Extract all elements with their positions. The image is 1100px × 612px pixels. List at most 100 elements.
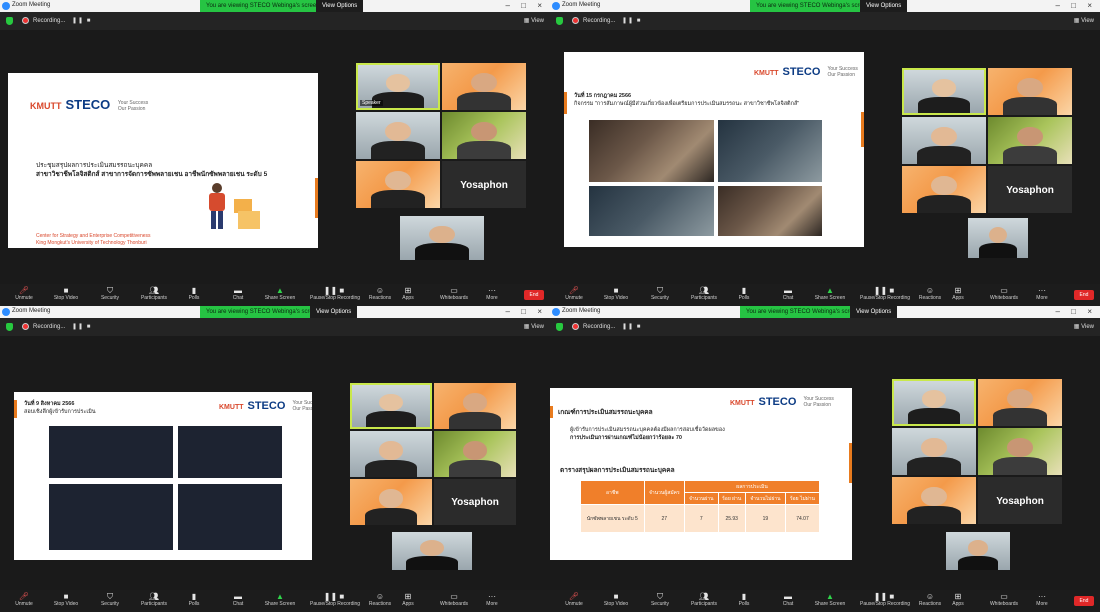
video-tile[interactable] — [350, 479, 432, 525]
stop-video-button[interactable]: ■ Stop Video — [48, 286, 84, 301]
shield-icon[interactable] — [6, 323, 13, 331]
maximize-icon[interactable]: □ — [1071, 307, 1076, 316]
view-options-button[interactable]: View Options — [310, 306, 358, 318]
more-button[interactable]: ··· More — [1024, 286, 1060, 301]
video-tile-yosaphon[interactable]: Yosaphon — [988, 166, 1072, 213]
close-icon[interactable]: × — [1087, 1, 1092, 10]
view-options-button[interactable]: View Options — [850, 306, 898, 318]
minimize-icon[interactable]: – — [506, 1, 510, 10]
share-screen-button[interactable]: ▲ Share Screen — [262, 286, 298, 301]
security-button[interactable]: ⛉ Security — [642, 286, 678, 301]
end-button[interactable]: End — [1074, 290, 1094, 300]
close-icon[interactable]: × — [1087, 307, 1092, 316]
view-options-button[interactable]: View Options — [316, 0, 364, 12]
stop-video-button[interactable]: ■ Stop Video — [48, 592, 84, 607]
video-tile[interactable] — [442, 63, 526, 110]
pause-recording-button[interactable]: ❚❚ ■ Pause/Stop Recording — [860, 286, 910, 301]
close-icon[interactable]: × — [537, 1, 542, 10]
whiteboards-button[interactable]: ▭ Whiteboards — [986, 286, 1022, 301]
minimize-icon[interactable]: – — [1056, 1, 1060, 10]
chat-button[interactable]: ▬ Chat — [770, 592, 806, 607]
end-button[interactable]: End — [524, 290, 544, 300]
view-button[interactable]: ▦ View — [1074, 323, 1094, 330]
minimize-icon[interactable]: – — [506, 307, 510, 316]
pause-recording-button[interactable]: ❚❚ ■ Pause/Stop Recording — [310, 592, 360, 607]
video-tile-yosaphon[interactable]: Yosaphon — [978, 477, 1062, 524]
video-tile-yosaphon[interactable]: Yosaphon — [442, 161, 526, 208]
more-button[interactable]: ··· More — [474, 592, 510, 607]
video-tile[interactable] — [892, 428, 976, 475]
shield-icon[interactable] — [556, 17, 563, 25]
polls-button[interactable]: ▮ Polls — [726, 286, 762, 301]
stop-video-button[interactable]: ■ Stop Video — [598, 592, 634, 607]
more-button[interactable]: ··· More — [1024, 592, 1060, 607]
video-tile[interactable] — [434, 383, 516, 429]
video-tile[interactable] — [356, 112, 440, 159]
video-tile[interactable] — [892, 477, 976, 524]
pause-recording-button[interactable]: ❚❚ ■ Pause/Stop Recording — [860, 592, 910, 607]
video-tile[interactable] — [988, 117, 1072, 164]
video-tile[interactable] — [442, 112, 526, 159]
chat-button[interactable]: ▬ Chat — [220, 592, 256, 607]
whiteboards-button[interactable]: ▭ Whiteboards — [436, 286, 472, 301]
video-tile[interactable] — [392, 532, 472, 570]
security-button[interactable]: ⛉ Security — [642, 592, 678, 607]
apps-button[interactable]: ⊞ Apps — [390, 592, 426, 607]
pause-icon[interactable]: ❚❚ ■ — [72, 17, 91, 24]
pause-recording-button[interactable]: ❚❚ ■ Pause/Stop Recording — [310, 286, 360, 301]
shield-icon[interactable] — [6, 17, 13, 25]
participants-button[interactable]: 👥︎ Participants — [136, 592, 172, 607]
unmute-button[interactable]: 🎤︎ Unmute — [6, 592, 42, 607]
share-screen-button[interactable]: ▲ Share Screen — [262, 592, 298, 607]
video-tile[interactable] — [946, 532, 1010, 570]
pause-icon[interactable]: ❚❚ ■ — [622, 17, 641, 24]
shield-icon[interactable] — [556, 323, 563, 331]
video-tile[interactable] — [978, 428, 1062, 475]
video-tile[interactable] — [902, 117, 986, 164]
polls-button[interactable]: ▮ Polls — [176, 592, 212, 607]
polls-button[interactable]: ▮ Polls — [726, 592, 762, 607]
video-tile[interactable] — [356, 161, 440, 208]
participants-button[interactable]: 👥︎ Participants — [686, 286, 722, 301]
whiteboards-button[interactable]: ▭ Whiteboards — [436, 592, 472, 607]
apps-button[interactable]: ⊞ Apps — [940, 592, 976, 607]
whiteboards-button[interactable]: ▭ Whiteboards — [986, 592, 1022, 607]
maximize-icon[interactable]: □ — [521, 1, 526, 10]
maximize-icon[interactable]: □ — [1071, 1, 1076, 10]
close-icon[interactable]: × — [537, 307, 542, 316]
maximize-icon[interactable]: □ — [521, 307, 526, 316]
end-button[interactable]: End — [1074, 596, 1094, 606]
unmute-button[interactable]: 🎤︎ Unmute — [556, 592, 592, 607]
video-tile[interactable] — [988, 68, 1072, 115]
stop-video-button[interactable]: ■ Stop Video — [598, 286, 634, 301]
video-tile[interactable] — [968, 218, 1028, 258]
video-tile[interactable] — [902, 166, 986, 213]
apps-button[interactable]: ⊞ Apps — [940, 286, 976, 301]
video-tile[interactable]: Speaker — [356, 63, 440, 110]
unmute-button[interactable]: 🎤︎ Unmute — [6, 286, 42, 301]
pause-icon[interactable]: ❚❚ ■ — [622, 323, 641, 330]
security-button[interactable]: ⛉ Security — [92, 592, 128, 607]
more-button[interactable]: ··· More — [474, 286, 510, 301]
video-tile[interactable] — [350, 431, 432, 477]
polls-button[interactable]: ▮ Polls — [176, 286, 212, 301]
view-options-button[interactable]: View Options — [860, 0, 908, 12]
share-screen-button[interactable]: ▲ Share Screen — [812, 286, 848, 301]
security-button[interactable]: ⛉ Security — [92, 286, 128, 301]
view-button[interactable]: ▦ View — [1074, 17, 1094, 24]
chat-button[interactable]: ▬ Chat — [220, 286, 256, 301]
share-screen-button[interactable]: ▲ Share Screen — [812, 592, 848, 607]
video-tile[interactable] — [400, 216, 484, 260]
video-tile[interactable] — [350, 383, 432, 429]
unmute-button[interactable]: 🎤︎ Unmute — [556, 286, 592, 301]
pause-icon[interactable]: ❚❚ ■ — [72, 323, 91, 330]
video-tile[interactable] — [902, 68, 986, 115]
video-tile-yosaphon[interactable]: Yosaphon — [434, 479, 516, 525]
chat-button[interactable]: ▬ Chat — [770, 286, 806, 301]
video-tile[interactable] — [892, 379, 976, 426]
video-tile[interactable] — [978, 379, 1062, 426]
video-tile[interactable] — [434, 431, 516, 477]
apps-button[interactable]: ⊞ Apps — [390, 286, 426, 301]
minimize-icon[interactable]: – — [1056, 307, 1060, 316]
view-button[interactable]: ▦ View — [524, 17, 544, 24]
